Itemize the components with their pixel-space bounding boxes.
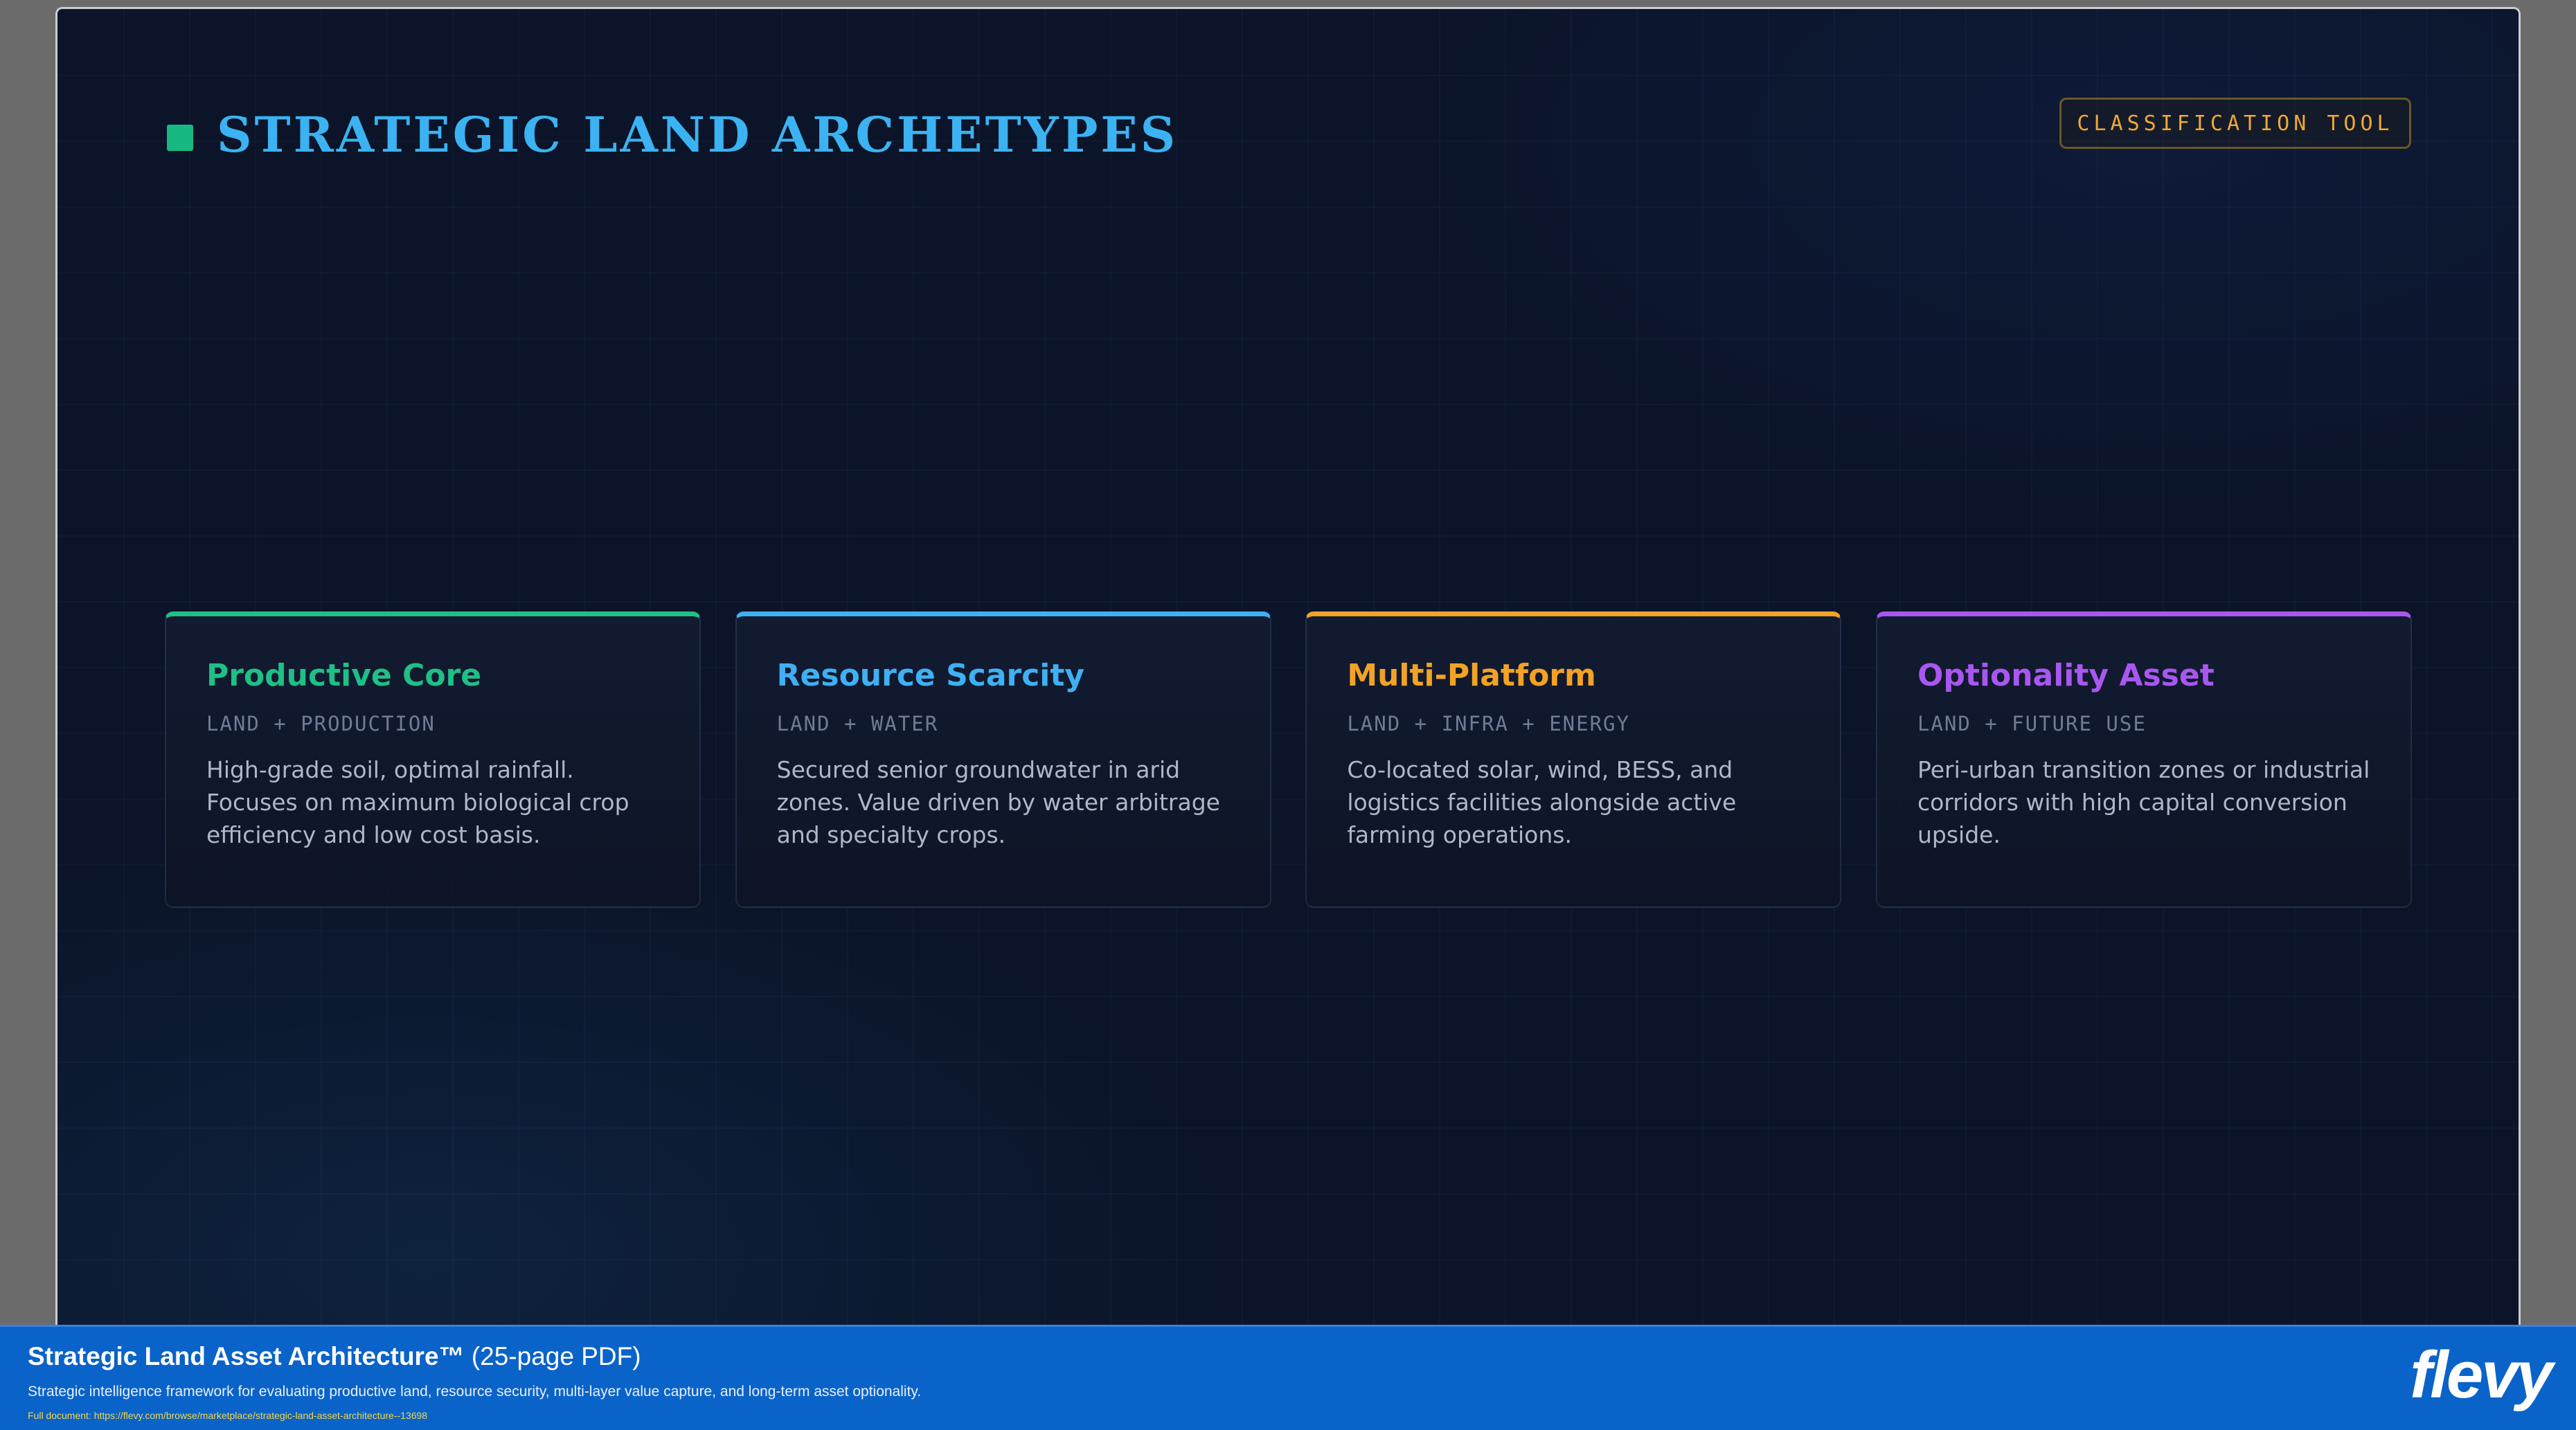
card-description: High-grade soil, optimal rainfall. Focus… <box>206 756 629 849</box>
banner-description: Strategic intelligence framework for eva… <box>28 1384 922 1400</box>
document-viewer: STRATEGIC LAND ARCHETYPES CLASSIFICATION… <box>0 0 2576 1325</box>
flevy-logo[interactable]: flevy <box>2410 1342 2553 1409</box>
card-title: Optionality Asset <box>1917 658 2215 693</box>
document-banner: Strategic Land Asset Architecture™ (25-p… <box>0 1325 2576 1430</box>
card-description: Secured senior groundwater in arid zones… <box>776 756 1220 849</box>
banner-document-link[interactable]: Full document: https://flevy.com/browse/… <box>28 1410 427 1421</box>
classification-badge: CLASSIFICATION TOOL <box>2059 98 2411 149</box>
card-tag: LAND + FUTURE USE <box>1917 712 2147 736</box>
banner-document-name: Strategic Land Asset Architecture™ <box>28 1342 465 1370</box>
card-title: Productive Core <box>206 658 482 693</box>
title-square-icon <box>167 124 193 151</box>
card-tag: LAND + WATER <box>776 712 939 736</box>
card-tag: LAND + PRODUCTION <box>206 712 436 736</box>
card-description: Co-located solar, wind, BESS, and logist… <box>1347 756 1737 849</box>
card-resource-scarcity: Resource Scarcity LAND + WATER Secured s… <box>735 611 1271 908</box>
banner-page-count: (25-page PDF) <box>471 1342 641 1370</box>
card-title: Multi-Platform <box>1347 658 1596 693</box>
card-productive-core: Productive Core LAND + PRODUCTION High-g… <box>165 611 701 908</box>
slide-title: STRATEGIC LAND ARCHETYPES <box>217 106 1179 163</box>
card-description: Peri-urban transition zones or industria… <box>1917 756 2370 849</box>
card-tag: LAND + INFRA + ENERGY <box>1347 712 1630 736</box>
slide-header: STRATEGIC LAND ARCHETYPES <box>167 106 1178 163</box>
card-title: Resource Scarcity <box>776 658 1085 693</box>
card-optionality-asset: Optionality Asset LAND + FUTURE USE Peri… <box>1875 611 2412 908</box>
slide: STRATEGIC LAND ARCHETYPES CLASSIFICATION… <box>55 7 2521 1325</box>
archetype-cards: Productive Core LAND + PRODUCTION High-g… <box>165 611 2412 908</box>
banner-title[interactable]: Strategic Land Asset Architecture™ (25-p… <box>28 1342 641 1371</box>
card-multi-platform: Multi-Platform LAND + INFRA + ENERGY Co-… <box>1305 611 1842 908</box>
